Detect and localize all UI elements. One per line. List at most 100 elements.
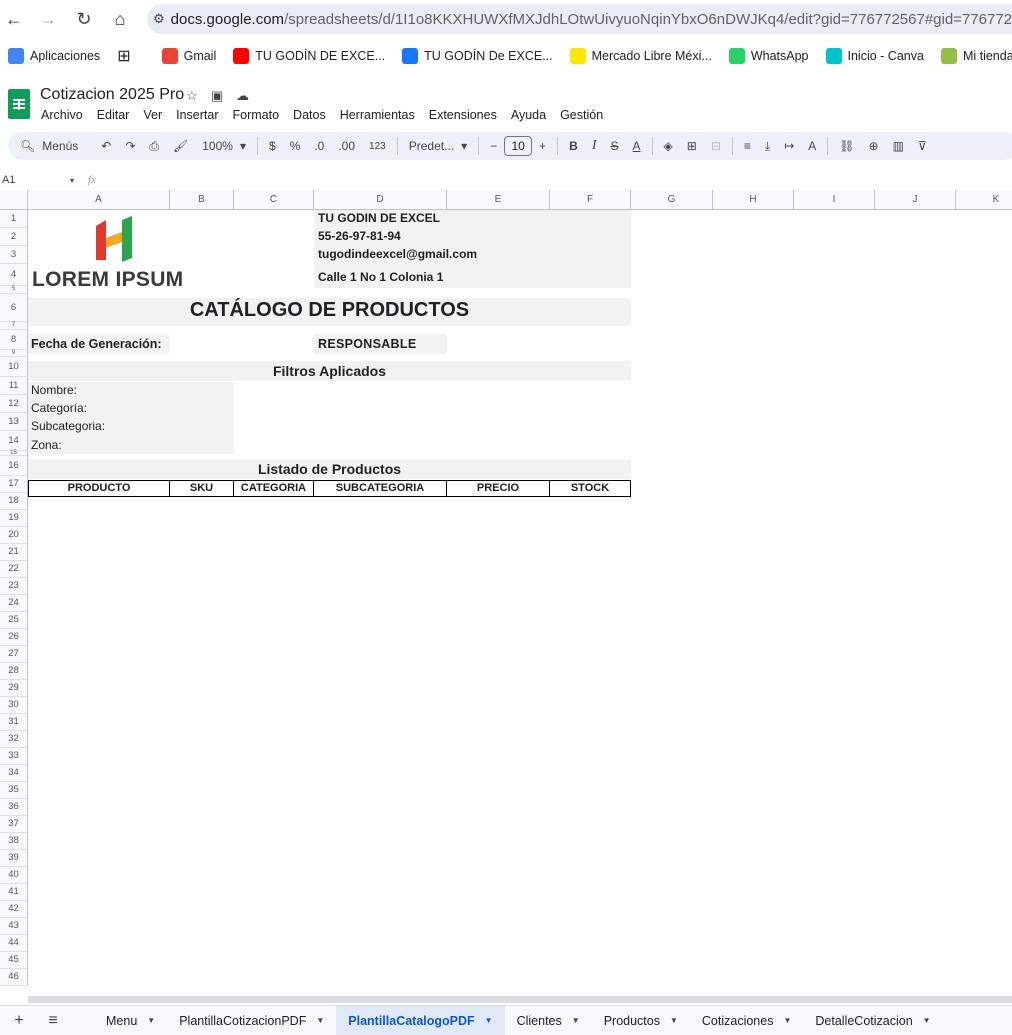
sheet-tab[interactable]: Clientes ▼	[505, 1006, 592, 1035]
row-header[interactable]: 39	[0, 850, 28, 867]
bookmark-3[interactable]: TU GODÍN De EXCE...	[402, 48, 553, 64]
row-header[interactable]: 27	[0, 646, 28, 663]
fill-color-icon[interactable]: ◈	[664, 139, 673, 153]
row-header[interactable]: 14	[0, 431, 28, 451]
insert-link-icon[interactable]: ⛓︎	[839, 139, 854, 153]
search-icon[interactable]: 🔍︎	[20, 139, 35, 153]
zoom-select[interactable]: 100%	[202, 139, 233, 153]
row-header[interactable]: 30	[0, 697, 28, 714]
bookmark-6[interactable]: Inicio - Canva	[825, 48, 924, 64]
chevron-down-icon[interactable]: ▼	[485, 1016, 493, 1025]
move-folder-icon[interactable]: ▣	[211, 88, 223, 104]
apps-icon[interactable]: ⊞	[117, 46, 130, 66]
row-header[interactable]: 7	[0, 322, 28, 330]
row-header[interactable]: 26	[0, 629, 28, 646]
horizontal-scrollbar[interactable]	[28, 996, 1012, 1003]
sheet-tab[interactable]: PlantillaCatalogoPDF ▼	[336, 1006, 505, 1035]
sheet-tab[interactable]: Menu ▼	[94, 1006, 167, 1035]
row-header[interactable]: 34	[0, 765, 28, 782]
bookmark-5[interactable]: WhatsApp	[728, 48, 809, 64]
star-icon[interactable]: ☆	[186, 88, 198, 104]
column-header[interactable]: B	[170, 190, 234, 210]
redo-icon[interactable]: ↷	[125, 139, 135, 153]
row-header[interactable]: 35	[0, 782, 28, 799]
url-text[interactable]: docs.google.com/spreadsheets/d/1I1o8KKXH…	[171, 11, 1012, 28]
bookmark-2[interactable]: TU GODÍN DE EXCE...	[233, 48, 385, 64]
column-header[interactable]: F	[550, 190, 631, 210]
sheets-logo-icon[interactable]	[8, 89, 30, 119]
column-header[interactable]: I	[794, 190, 875, 210]
row-header[interactable]: 28	[0, 663, 28, 680]
undo-icon[interactable]: ↶	[101, 139, 111, 153]
header-stock[interactable]: STOCK	[550, 480, 631, 497]
align-horizontal-icon[interactable]: ≡	[744, 139, 751, 153]
column-header[interactable]: A	[28, 190, 170, 210]
column-header[interactable]: C	[234, 190, 314, 210]
row-header[interactable]: 2	[0, 228, 28, 246]
row-header[interactable]: 46	[0, 969, 28, 986]
site-settings-icon[interactable]: ⚙	[153, 11, 165, 27]
insert-comment-icon[interactable]: ⊕	[869, 139, 879, 153]
text-rotation-icon[interactable]: A	[808, 139, 816, 153]
sheet-tab[interactable]: PlantillaCotizacionPDF ▼	[167, 1006, 336, 1035]
bookmark-4[interactable]: Mercado Libre Méxi...	[569, 48, 712, 64]
row-header[interactable]: 12	[0, 395, 28, 413]
row-header[interactable]: 4	[0, 264, 28, 286]
font-select[interactable]: Predet...	[409, 139, 454, 153]
doc-title[interactable]: Cotizacion 2025 Pro	[40, 86, 184, 104]
borders-icon[interactable]: ⊞	[687, 139, 697, 153]
row-header[interactable]: 29	[0, 680, 28, 697]
header-sku[interactable]: SKU	[170, 480, 234, 497]
row-header[interactable]: 17	[0, 476, 28, 493]
chevron-down-icon[interactable]: ▾	[240, 139, 246, 153]
bookmark-7[interactable]: Mi tienda	[940, 48, 1012, 64]
row-header[interactable]: 22	[0, 561, 28, 578]
font-size-increase-icon[interactable]: +	[539, 139, 546, 153]
menu-item-1[interactable]: Editar	[90, 108, 137, 122]
strikethrough-icon[interactable]: S	[610, 139, 618, 153]
row-header[interactable]: 20	[0, 527, 28, 544]
increase-decimal-button[interactable]: .00	[338, 139, 355, 153]
align-vertical-icon[interactable]: ⤓	[765, 139, 770, 154]
column-header[interactable]: D	[314, 190, 447, 210]
address-bar[interactable]: ⚙ docs.google.com/spreadsheets/d/1I1o8KK…	[147, 4, 1012, 34]
chevron-down-icon[interactable]: ▼	[783, 1016, 791, 1025]
row-header[interactable]: 10	[0, 357, 28, 377]
chevron-down-icon[interactable]: ▼	[923, 1016, 931, 1025]
row-header[interactable]: 25	[0, 612, 28, 629]
row-header[interactable]: 43	[0, 918, 28, 935]
forward-arrow-icon[interactable]: →	[37, 8, 59, 30]
chevron-down-icon[interactable]: ▾	[461, 139, 467, 153]
column-header[interactable]: H	[713, 190, 794, 210]
row-header[interactable]: 41	[0, 884, 28, 901]
chevron-down-icon[interactable]: ▼	[316, 1016, 324, 1025]
row-header[interactable]: 31	[0, 714, 28, 731]
text-wrap-icon[interactable]: ↦	[784, 139, 794, 153]
header-categoria[interactable]: CATEGORIA	[234, 480, 314, 497]
row-header[interactable]: 13	[0, 413, 28, 431]
row-header[interactable]: 11	[0, 377, 28, 395]
menu-item-2[interactable]: Ver	[136, 108, 169, 122]
chevron-down-icon[interactable]: ▼	[147, 1016, 155, 1025]
percent-format-button[interactable]: %	[290, 139, 301, 153]
menu-item-0[interactable]: Archivo	[34, 108, 90, 122]
filter-icon[interactable]: ⊽	[918, 139, 927, 153]
reload-icon[interactable]: ↻	[73, 8, 95, 30]
paint-format-icon[interactable]: 🖌︎	[173, 139, 188, 153]
row-header[interactable]: 21	[0, 544, 28, 561]
add-sheet-icon[interactable]: +	[4, 1012, 34, 1030]
sheet-tab[interactable]: Cotizaciones ▼	[690, 1006, 804, 1035]
chevron-down-icon[interactable]: ▼	[670, 1016, 678, 1025]
number-format-button[interactable]: 123	[369, 141, 386, 152]
row-header[interactable]: 8	[0, 330, 28, 350]
row-header[interactable]: 38	[0, 833, 28, 850]
text-color-icon[interactable]: A	[633, 139, 641, 153]
bold-icon[interactable]: B	[569, 139, 578, 153]
bookmark-1[interactable]: Gmail	[161, 48, 216, 64]
cells-area[interactable]: LOREM IPSUM TU GODIN DE EXCEL 55-26-97-8…	[28, 210, 1012, 996]
column-header[interactable]: E	[447, 190, 550, 210]
select-all-corner[interactable]	[0, 190, 28, 210]
menu-item-6[interactable]: Herramientas	[333, 108, 422, 122]
row-header[interactable]: 23	[0, 578, 28, 595]
row-header[interactable]: 33	[0, 748, 28, 765]
